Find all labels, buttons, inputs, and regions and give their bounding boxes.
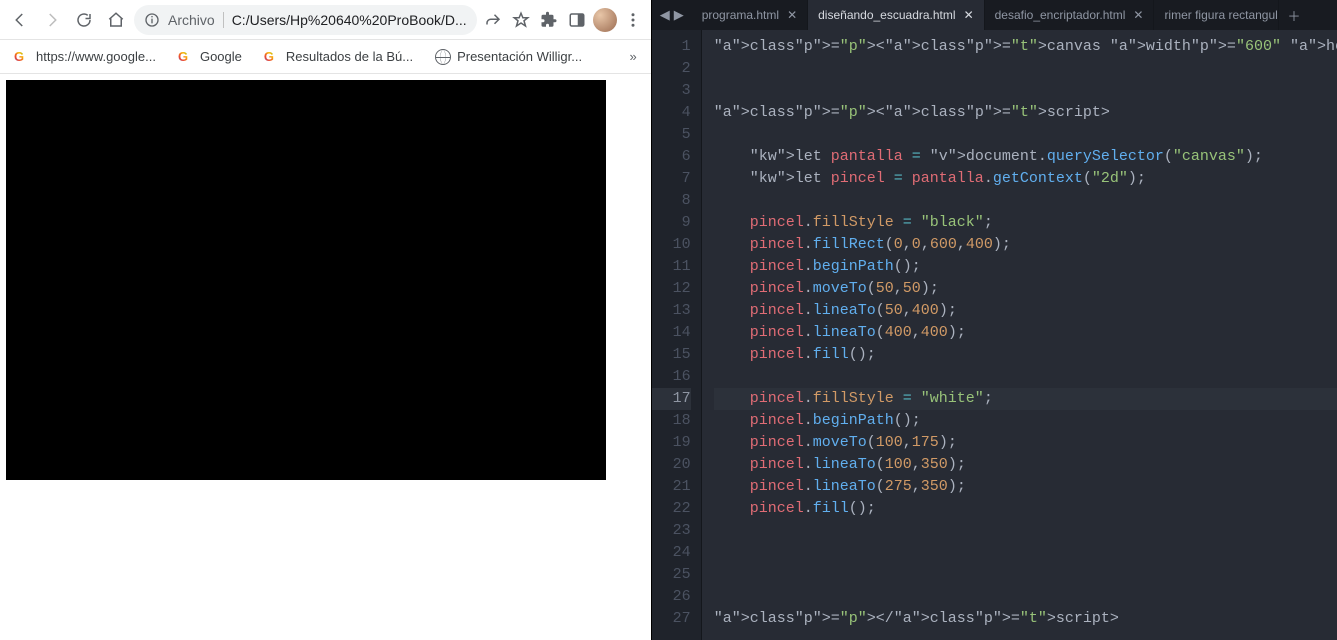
close-icon[interactable]: ✕ <box>787 8 797 22</box>
bookmark-item[interactable]: Presentación Willigr... <box>427 45 590 69</box>
bookmark-bar: https://www.google... Google Resultados … <box>0 40 651 74</box>
bookmark-item[interactable]: Google <box>170 45 250 69</box>
tab-label: rimer figura rectangula <box>1164 8 1279 22</box>
extensions-button[interactable] <box>537 8 561 32</box>
arrow-right-icon <box>43 11 61 29</box>
reload-button[interactable] <box>70 6 98 34</box>
puzzle-icon <box>540 11 558 29</box>
home-button[interactable] <box>102 6 130 34</box>
bookmark-label: https://www.google... <box>36 49 156 64</box>
close-icon[interactable]: ✕ <box>964 8 974 22</box>
tab-next-button[interactable]: ▶ <box>674 7 684 23</box>
bookmark-item[interactable]: https://www.google... <box>6 45 164 69</box>
editor-tab[interactable]: desafio_encriptador.html ✕ <box>985 0 1155 30</box>
bookmark-star-button[interactable] <box>509 8 533 32</box>
profile-avatar[interactable] <box>593 8 617 32</box>
browser-pane: Archivo C:/Users/Hp%20640%20ProBook/D...… <box>0 0 652 640</box>
arrow-left-icon <box>11 11 29 29</box>
globe-favicon-icon <box>435 49 451 65</box>
browser-toolbar: Archivo C:/Users/Hp%20640%20ProBook/D... <box>0 0 651 40</box>
share-icon <box>484 11 502 29</box>
chrome-menu-button[interactable] <box>621 8 645 32</box>
editor-tab[interactable]: programa.html ✕ <box>692 0 808 30</box>
info-icon <box>144 12 160 28</box>
google-favicon-icon <box>178 49 194 65</box>
star-icon <box>512 11 530 29</box>
scheme-label: Archivo <box>168 12 215 28</box>
editor-tab[interactable]: diseñando_escuadra.html ✕ <box>808 0 985 30</box>
dots-vertical-icon <box>624 11 642 29</box>
tab-prev-button[interactable]: ◀ <box>660 7 670 23</box>
reload-icon <box>75 11 93 29</box>
home-icon <box>107 11 125 29</box>
bookmark-label: Google <box>200 49 242 64</box>
page-viewport <box>0 74 651 640</box>
close-icon[interactable]: ✕ <box>1133 8 1143 22</box>
sidepanel-button[interactable] <box>565 8 589 32</box>
tab-label: desafio_encriptador.html <box>995 8 1126 22</box>
url-path: C:/Users/Hp%20640%20ProBook/D... <box>232 12 467 28</box>
address-bar[interactable]: Archivo C:/Users/Hp%20640%20ProBook/D... <box>134 5 477 35</box>
bookmark-label: Presentación Willigr... <box>457 49 582 64</box>
rendered-canvas <box>6 80 606 480</box>
share-button[interactable] <box>481 8 505 32</box>
back-button[interactable] <box>6 6 34 34</box>
new-tab-button[interactable]: ＋ <box>1279 0 1308 30</box>
editor-tab-bar: ◀ ▶ programa.html ✕ diseñando_escuadra.h… <box>652 0 1337 30</box>
bookmark-overflow-button[interactable]: » <box>621 49 644 64</box>
omnibox-divider <box>223 12 224 28</box>
panel-icon <box>568 11 586 29</box>
google-favicon-icon <box>14 49 30 65</box>
forward-button[interactable] <box>38 6 66 34</box>
tab-history-nav: ◀ ▶ <box>652 0 692 30</box>
google-favicon-icon <box>264 49 280 65</box>
code-content[interactable]: "a">class"p">="p"><"a">class"p">="t">can… <box>702 30 1337 640</box>
code-area[interactable]: 1234567891011121314151617181920212223242… <box>652 30 1337 640</box>
tab-label: diseñando_escuadra.html <box>818 8 955 22</box>
tab-label: programa.html <box>702 8 779 22</box>
editor-tab[interactable]: rimer figura rectangula <box>1154 0 1279 30</box>
editor-pane: ◀ ▶ programa.html ✕ diseñando_escuadra.h… <box>652 0 1337 640</box>
line-gutter: 1234567891011121314151617181920212223242… <box>652 30 702 640</box>
bookmark-label: Resultados de la Bú... <box>286 49 413 64</box>
bookmark-item[interactable]: Resultados de la Bú... <box>256 45 421 69</box>
